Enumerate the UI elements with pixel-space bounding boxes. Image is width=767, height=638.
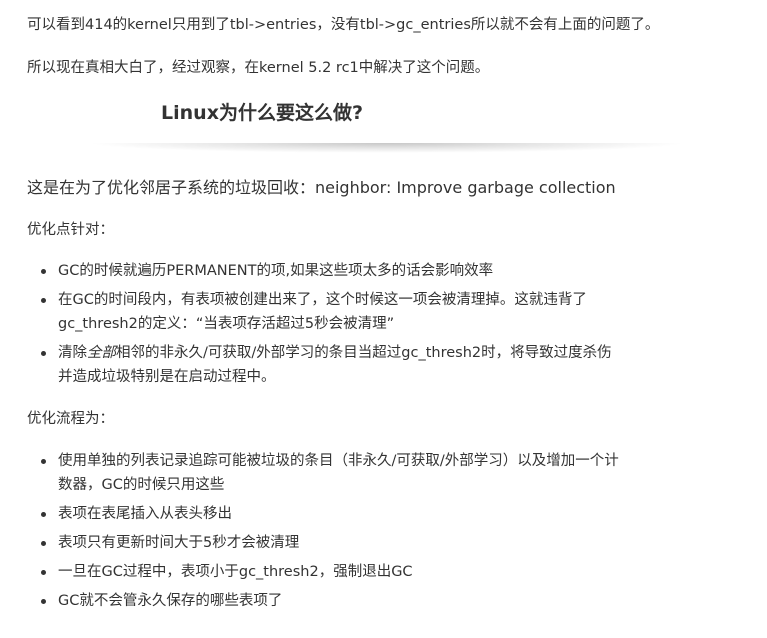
paragraph-conclusion: 所以现在真相大白了，经过观察，在kernel 5.2 rc1中解决了这个问题。 xyxy=(27,60,490,76)
list-item-text-line2: gc_thresh2的定义：“当表项存活超过5秒会被清理” xyxy=(58,316,395,332)
process-list: 使用单独的列表记录追踪可能被垃圾的条目（非永久/可获取/外部学习）以及增加一个计… xyxy=(27,449,619,618)
list-item-text-line1: 相邻的非永久/可获取/外部学习的条目当超过gc_thresh2时，将导致过度杀伤 xyxy=(116,345,612,361)
list-item: 清除全部相邻的非永久/可获取/外部学习的条目当超过gc_thresh2时，将导致… xyxy=(27,341,612,389)
heading-divider xyxy=(87,143,687,153)
paragraph-process-label: 优化流程为： xyxy=(27,411,114,427)
paragraph-kernel-414: 可以看到414的kernel只用到了tbl->entries，没有tbl->gc… xyxy=(27,17,660,33)
list-item: 表项只有更新时间大于5秒才会被清理 xyxy=(27,531,619,555)
targets-list: GC的时候就遍历PERMANENT的项,如果这些项太多的话会影响效率 在GC的时… xyxy=(27,259,612,389)
list-item-text-prefix: 清除 xyxy=(58,345,87,361)
list-item-text-line1: 使用单独的列表记录追踪可能被垃圾的条目（非永久/可获取/外部学习）以及增加一个计 xyxy=(58,453,619,469)
section-heading: Linux为什么要这么做? xyxy=(161,102,363,124)
list-item-text-line2: 数器，GC的时候只用这些 xyxy=(58,477,225,493)
list-item-emphasis: 全部 xyxy=(87,345,116,361)
list-item-text-line1: 在GC的时间段内，有表项被创建出来了，这个时候这一项会被清理掉。这就违背了 xyxy=(58,292,587,308)
list-item: 一旦在GC过程中，表项小于gc_thresh2，强制退出GC xyxy=(27,560,619,584)
list-item: GC就不会管永久保存的哪些表项了 xyxy=(27,589,619,613)
list-item: 表项在表尾插入从表头移出 xyxy=(27,502,619,526)
list-item-text: 表项只有更新时间大于5秒才会被清理 xyxy=(58,535,300,551)
list-item-text-line2: 并造成垃圾特别是在启动过程中。 xyxy=(58,369,276,385)
list-item: 在GC的时间段内，有表项被创建出来了，这个时候这一项会被清理掉。这就违背了 gc… xyxy=(27,288,612,336)
list-item-text: 一旦在GC过程中，表项小于gc_thresh2，强制退出GC xyxy=(58,564,413,580)
list-item-text: GC的时候就遍历PERMANENT的项,如果这些项太多的话会影响效率 xyxy=(58,263,494,279)
paragraph-purpose: 这是在为了优化邻居子系统的垃圾回收：neighbor: Improve garb… xyxy=(27,178,616,197)
list-item: 使用单独的列表记录追踪可能被垃圾的条目（非永久/可获取/外部学习）以及增加一个计… xyxy=(27,449,619,497)
list-item: GC的时候就遍历PERMANENT的项,如果这些项太多的话会影响效率 xyxy=(27,259,612,283)
paragraph-targets-label: 优化点针对： xyxy=(27,222,114,238)
list-item-text: GC就不会管永久保存的哪些表项了 xyxy=(58,593,283,609)
list-item-text: 表项在表尾插入从表头移出 xyxy=(58,506,232,522)
